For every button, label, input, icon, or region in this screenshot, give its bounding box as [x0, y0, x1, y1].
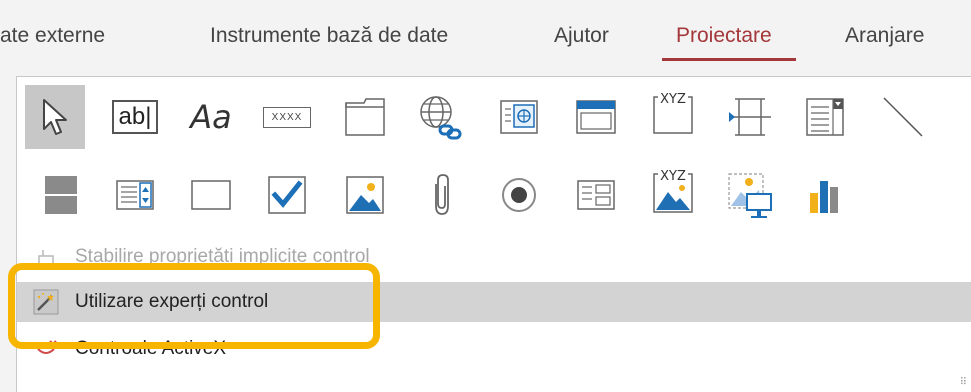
- activex-controls-label: Controale ActiveX: [75, 338, 227, 359]
- resize-grip-icon[interactable]: ⠿: [960, 377, 967, 388]
- menu-item-activex-controls[interactable]: Controale ActiveX: [17, 329, 971, 369]
- svg-text:XYZ: XYZ: [660, 92, 686, 107]
- attachment-control[interactable]: [415, 169, 467, 221]
- unbound-object-frame-control[interactable]: [724, 169, 776, 221]
- tab-help[interactable]: Ajutor: [554, 24, 609, 48]
- unbound-object-frame-icon: [728, 173, 772, 218]
- subform-control[interactable]: [570, 169, 622, 221]
- chart-icon: [810, 181, 838, 213]
- button-icon: XXXX: [262, 106, 312, 128]
- hyperlink-control[interactable]: [415, 91, 467, 143]
- option-group-icon: XYZ: [653, 91, 693, 134]
- tab-control-icon: [345, 98, 385, 136]
- checkbox-control[interactable]: [261, 169, 313, 221]
- textbox-icon: ab|: [111, 100, 159, 134]
- rectangle-icon: [191, 180, 231, 210]
- label-icon: Aa: [190, 98, 232, 136]
- page-break-control[interactable]: [724, 91, 776, 143]
- subform-icon: [577, 180, 615, 210]
- menu-item-use-control-wizards[interactable]: Utilizare experți control: [17, 282, 971, 322]
- toggle-button-control[interactable]: [35, 169, 87, 221]
- tab-database-tools[interactable]: Instrumente bază de date: [210, 24, 448, 48]
- use-control-wizards-label: Utilizare experți control: [75, 291, 269, 312]
- page-break-icon: [729, 98, 771, 136]
- svg-text:XYZ: XYZ: [660, 169, 686, 184]
- active-tab-underline: [662, 58, 796, 61]
- control-wizard-icon: [17, 282, 75, 322]
- image-control[interactable]: [339, 169, 391, 221]
- chart-control[interactable]: [800, 169, 852, 221]
- bound-object-frame-control[interactable]: XYZ: [647, 165, 699, 217]
- combo-box-icon: [806, 98, 844, 136]
- controls-gallery: ab| Aa XXXX XYZ XYZ Stabilire proprietăț…: [16, 76, 971, 392]
- option-button-icon: [502, 178, 536, 212]
- option-group-control[interactable]: XYZ: [647, 87, 699, 139]
- combo-box-control[interactable]: [800, 91, 852, 143]
- set-defaults-icon: [17, 237, 75, 277]
- ribbon-tab-bar: ate externe Instrumente bază de date Aju…: [0, 0, 971, 76]
- toggle-button-icon: [45, 176, 77, 214]
- tab-arrange[interactable]: Aranjare: [845, 24, 924, 48]
- image-icon: [346, 176, 384, 214]
- hyperlink-icon: [420, 96, 462, 140]
- bound-object-frame-icon: XYZ: [653, 168, 693, 213]
- navigation-control[interactable]: [570, 91, 622, 143]
- select-control[interactable]: [25, 85, 85, 149]
- web-browser-control[interactable]: [493, 91, 545, 143]
- web-browser-icon: [500, 100, 538, 134]
- select-pointer-icon: [43, 99, 67, 135]
- option-button-control[interactable]: [493, 169, 545, 221]
- line-icon: [883, 97, 923, 137]
- tab-control[interactable]: [339, 91, 391, 143]
- tab-external-data[interactable]: ate externe: [0, 24, 105, 48]
- set-defaults-label: Stabilire proprietăți implicite control: [75, 246, 370, 267]
- checkbox-icon: [268, 176, 306, 214]
- button-control[interactable]: XXXX: [261, 91, 313, 143]
- line-control[interactable]: [877, 91, 929, 143]
- rectangle-control[interactable]: [185, 169, 237, 221]
- menu-item-set-defaults[interactable]: Stabilire proprietăți implicite control: [17, 237, 971, 277]
- textbox-control[interactable]: ab|: [109, 91, 161, 143]
- label-control[interactable]: Aa: [185, 91, 237, 143]
- attachment-icon: [435, 174, 449, 215]
- list-box-icon: [116, 180, 154, 210]
- navigation-control-icon: [576, 100, 616, 134]
- activex-icon: [17, 329, 75, 369]
- list-box-control[interactable]: [109, 169, 161, 221]
- tab-design[interactable]: Proiectare: [676, 24, 772, 48]
